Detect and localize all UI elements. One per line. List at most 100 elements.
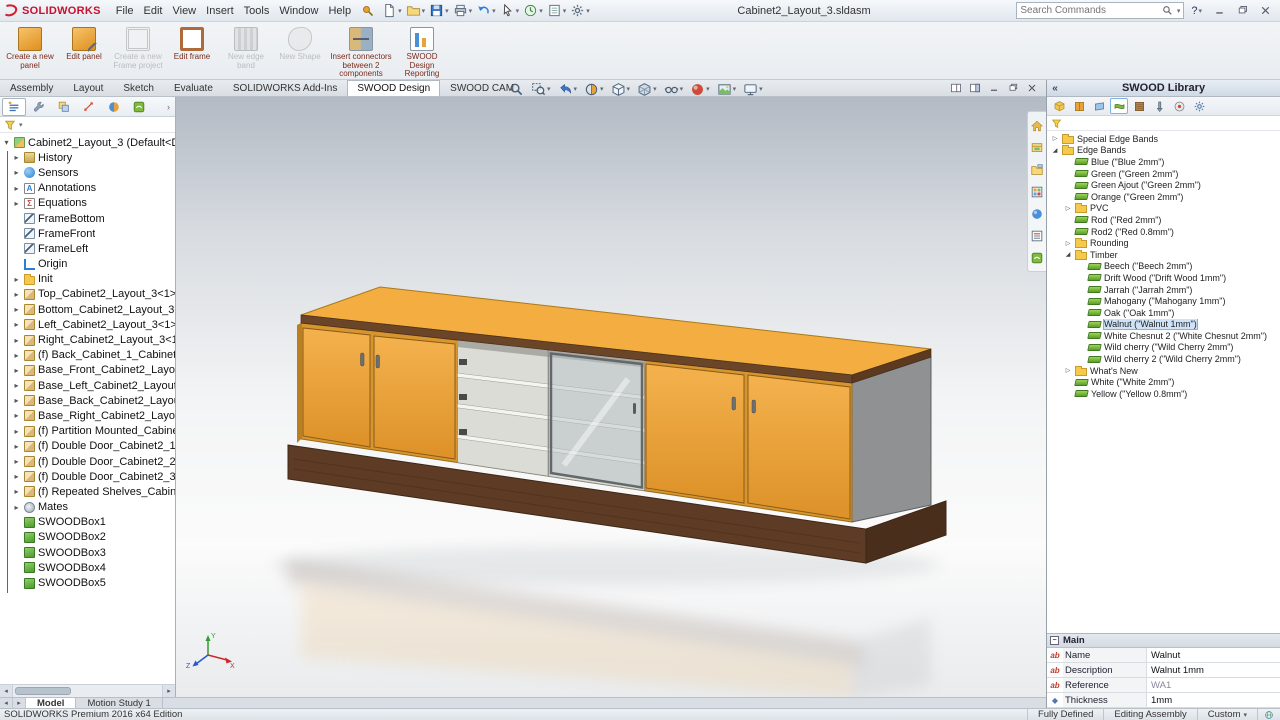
- menu-help[interactable]: Help: [323, 4, 356, 18]
- apply-scene-button[interactable]: ▾: [716, 81, 738, 97]
- feature-tree-item-base-front-cabinet2-layout-3-1-d[interactable]: ▸Base_Front_Cabinet2_Layout_3<1> (D: [0, 363, 175, 378]
- expand-arrow-icon[interactable]: ◢: [1064, 251, 1072, 258]
- display-manager-tab-icon[interactable]: [102, 98, 126, 116]
- feature-tree-item-right-cabinet2-layout-3-1-default[interactable]: ▸Right_Cabinet2_Layout_3<1> (Default: [0, 332, 175, 347]
- feature-tree-item-base-back-cabinet2-layout-3-1-d[interactable]: ▸Base_Back_Cabinet2_Layout_3<1> (D: [0, 393, 175, 408]
- search-input[interactable]: [1020, 5, 1158, 16]
- feature-tree-hscrollbar[interactable]: ◂ ▸: [0, 684, 175, 697]
- display-pane-toggle-icon[interactable]: [967, 81, 983, 95]
- expand-arrow-icon[interactable]: ▷: [1051, 135, 1059, 142]
- collapse-section-icon[interactable]: −: [1050, 636, 1059, 645]
- catalog-connectors-icon[interactable]: [1150, 98, 1168, 114]
- menu-view[interactable]: View: [167, 4, 201, 18]
- feature-tree-item-history[interactable]: ▸History: [0, 150, 175, 165]
- feature-tree-item-base-right-cabinet2-layout-3-1-d[interactable]: ▸Base_Right_Cabinet2_Layout_3<1> (D: [0, 408, 175, 423]
- minimize-button[interactable]: [1209, 2, 1230, 19]
- feature-tree-filter[interactable]: ▾: [0, 117, 175, 133]
- property-value-thickness[interactable]: 1mm: [1147, 693, 1280, 707]
- library-item-green-green-2mm[interactable]: Green ("Green 2mm"): [1047, 168, 1280, 180]
- custom-properties-icon[interactable]: [1030, 228, 1045, 243]
- tab-assembly[interactable]: Assembly: [0, 80, 63, 96]
- library-item-mahogany-mahogany-1mm[interactable]: Mahogany ("Mahogany 1mm"): [1047, 295, 1280, 307]
- tab-layout[interactable]: Layout: [63, 80, 113, 96]
- menu-file[interactable]: File: [111, 4, 139, 18]
- ribbon-button-new-edge-band[interactable]: New edge band: [220, 25, 272, 72]
- library-item-blue-blue-2mm[interactable]: Blue ("Blue 2mm"): [1047, 156, 1280, 168]
- properties-header[interactable]: − Main: [1047, 634, 1280, 648]
- design-library-icon[interactable]: [1030, 140, 1045, 155]
- expand-arrow-icon[interactable]: ▸: [12, 153, 21, 162]
- library-item-beech-beech-2mm[interactable]: Beech ("Beech 2mm"): [1047, 261, 1280, 273]
- new-document-button[interactable]: ▾: [380, 2, 404, 20]
- file-properties-button[interactable]: ▾: [545, 2, 569, 20]
- feature-tree-item-f-double-door-cabinet2-2-cabinet2[interactable]: ▸(f) Double Door_Cabinet2_2_Cabinet2_: [0, 454, 175, 469]
- library-item-oak-oak-1mm[interactable]: Oak ("Oak 1mm"): [1047, 307, 1280, 319]
- save-button[interactable]: ▾: [427, 2, 451, 20]
- library-item-walnut-walnut-1mm[interactable]: Walnut ("Walnut 1mm"): [1047, 319, 1280, 331]
- expand-arrow-icon[interactable]: ▸: [12, 199, 21, 208]
- search-icon[interactable]: [1162, 5, 1173, 16]
- feature-tree-item-swoodbox3[interactable]: SWOODBox3: [0, 545, 175, 560]
- help-button[interactable]: ?▾: [1186, 5, 1207, 17]
- menu-insert[interactable]: Insert: [201, 4, 239, 18]
- cabinet-model[interactable]: Y X Z: [176, 97, 1046, 697]
- feature-tree-item-swoodbox1[interactable]: SWOODBox1: [0, 515, 175, 530]
- expand-arrow-icon[interactable]: ▸: [12, 290, 21, 299]
- library-item-edge-bands[interactable]: ◢Edge Bands: [1047, 145, 1280, 157]
- expand-arrow-icon[interactable]: ▸: [12, 472, 21, 481]
- filter-funnel-icon[interactable]: [4, 119, 16, 131]
- dimxpert-tab-icon[interactable]: [77, 98, 101, 116]
- undo-button[interactable]: ▾: [474, 2, 498, 20]
- library-item-what-s-new[interactable]: ▷What's New: [1047, 365, 1280, 377]
- ribbon-button-swood-design-reporting[interactable]: SWOOD Design Reporting: [396, 25, 448, 81]
- graphics-area[interactable]: Y X Z: [176, 97, 1046, 697]
- expand-arrow-icon[interactable]: ▸: [12, 366, 21, 375]
- view-palette-icon[interactable]: [1030, 184, 1045, 199]
- expand-arrow-icon[interactable]: ▸: [12, 427, 21, 436]
- feature-tree-item-mates[interactable]: ▸Mates: [0, 500, 175, 515]
- library-item-yellow-yellow-0-8mm[interactable]: Yellow ("Yellow 0.8mm"): [1047, 388, 1280, 400]
- feature-tree-item-framebottom[interactable]: FrameBottom: [0, 211, 175, 226]
- catalog-root-icon[interactable]: [1050, 98, 1068, 114]
- display-style-button[interactable]: ▾: [636, 81, 658, 97]
- library-item-rod-red-2mm[interactable]: Rod ("Red 2mm"): [1047, 214, 1280, 226]
- library-filter[interactable]: [1047, 116, 1280, 131]
- zoom-area-button[interactable]: ▾: [530, 81, 552, 97]
- swood-library-icon[interactable]: [1030, 250, 1045, 265]
- menu-window[interactable]: Window: [274, 4, 323, 18]
- catalog-edgebands-icon[interactable]: [1110, 98, 1128, 114]
- feature-tree-item-framefront[interactable]: FrameFront: [0, 226, 175, 241]
- tab-evaluate[interactable]: Evaluate: [164, 80, 223, 96]
- previous-view-button[interactable]: ▾: [557, 81, 579, 97]
- expand-arrow-icon[interactable]: ▸: [12, 168, 21, 177]
- library-item-rod2-red-0-8mm[interactable]: Rod2 ("Red 0.8mm"): [1047, 226, 1280, 238]
- library-item-orange-green-2mm[interactable]: Orange ("Green 2mm"): [1047, 191, 1280, 203]
- tabs-scroll-left-button[interactable]: ◂: [0, 698, 13, 708]
- menu-tools[interactable]: Tools: [239, 4, 275, 18]
- expand-arrow-icon[interactable]: ▸: [12, 457, 21, 466]
- feature-tree-item-f-double-door-cabinet2-1-cabinet2[interactable]: ▸(f) Double Door_Cabinet2_1_Cabinet2_: [0, 439, 175, 454]
- tab-solidworks-add-ins[interactable]: SOLIDWORKS Add-Ins: [223, 80, 347, 96]
- file-explorer-icon[interactable]: [1030, 162, 1045, 177]
- ribbon-button-new-shape[interactable]: New Shape: [274, 25, 326, 64]
- feature-tree-item-equations[interactable]: ▸Equations: [0, 196, 175, 211]
- edit-appearance-button[interactable]: ▾: [689, 81, 711, 97]
- feature-tree-item-init[interactable]: ▸Init: [0, 272, 175, 287]
- doc-close-button[interactable]: [1024, 81, 1040, 95]
- library-item-white-white-2mm[interactable]: White ("White 2mm"): [1047, 376, 1280, 388]
- feature-tree-item-f-repeated-shelves-cabinet2-layout[interactable]: ▸(f) Repeated Shelves_Cabinet2_Layout: [0, 484, 175, 499]
- feature-tree-item-frameleft[interactable]: FrameLeft: [0, 241, 175, 256]
- library-item-pvc[interactable]: ▷PVC: [1047, 203, 1280, 215]
- library-item-rounding[interactable]: ▷Rounding: [1047, 237, 1280, 249]
- ribbon-button-edit-panel[interactable]: Edit panel: [58, 25, 110, 64]
- property-value-description[interactable]: Walnut 1mm: [1147, 663, 1280, 677]
- scroll-left-button[interactable]: ◂: [0, 685, 13, 697]
- expand-arrow-icon[interactable]: ▸: [12, 487, 21, 496]
- collapse-panel-button[interactable]: «: [1047, 83, 1063, 94]
- catalog-cabinets-icon[interactable]: [1070, 98, 1088, 114]
- expand-arrow-icon[interactable]: ▾: [2, 138, 11, 147]
- feature-pane-toggle-icon[interactable]: [948, 81, 964, 95]
- ribbon-button-create-a-new-panel[interactable]: Create a new panel: [4, 25, 56, 72]
- feature-tree-item-left-cabinet2-layout-3-1-default[interactable]: ▸Left_Cabinet2_Layout_3<1> (Default<: [0, 317, 175, 332]
- restore-button[interactable]: [1232, 2, 1253, 19]
